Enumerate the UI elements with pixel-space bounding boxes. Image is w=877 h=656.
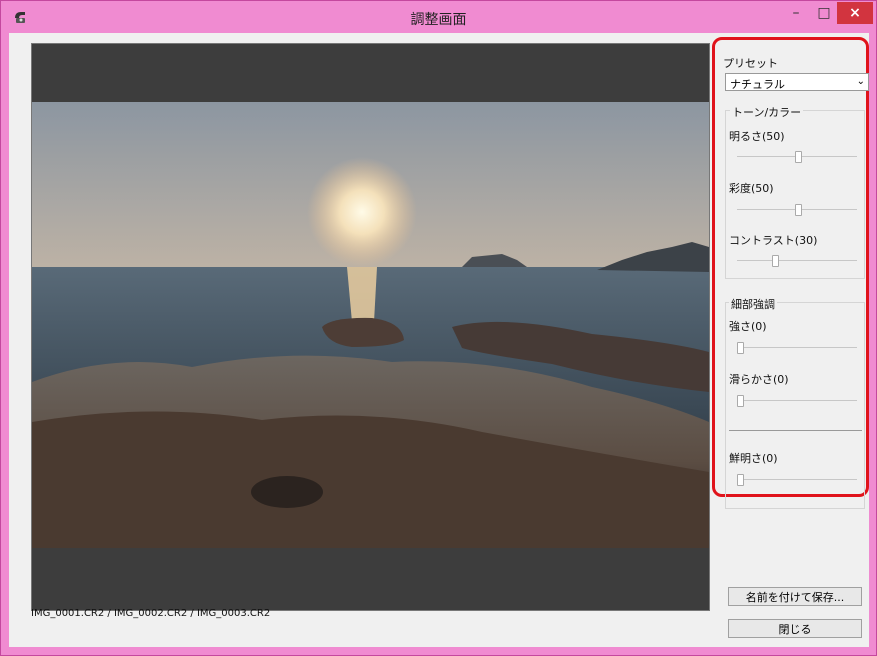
smoothness-label: 滑らかさ(0) [729, 373, 789, 386]
minimize-button[interactable]: – [782, 2, 810, 24]
strength-thumb[interactable] [737, 342, 744, 354]
preview-image [32, 102, 709, 548]
window-title: 調整画面 [410, 12, 467, 28]
preview-area [31, 43, 710, 611]
brightness-slider[interactable] [737, 151, 857, 163]
strength-slider[interactable] [737, 342, 857, 354]
smoothness-thumb[interactable] [737, 395, 744, 407]
clarity-track [737, 479, 857, 480]
contrast-track [737, 260, 857, 261]
saturation-slider[interactable] [737, 204, 857, 216]
clarity-thumb[interactable] [737, 474, 744, 486]
brightness-label: 明るさ(50) [729, 130, 785, 143]
maximize-button[interactable]: □ [810, 2, 838, 24]
close-window-button[interactable]: × [837, 2, 873, 24]
preset-select[interactable]: ナチュラル ⌄ [725, 73, 869, 91]
smoothness-track [737, 400, 857, 401]
close-button[interactable]: 閉じる [728, 619, 862, 638]
adjustment-window: 調整画面 – □ × IMG_0001.CR2 / IMG_0002.CR2 /… [0, 0, 877, 656]
brightness-thumb[interactable] [795, 151, 802, 163]
save-as-button[interactable]: 名前を付けて保存... [728, 587, 862, 606]
smoothness-slider[interactable] [737, 395, 857, 407]
saturation-label: 彩度(50) [729, 182, 774, 195]
client-area: IMG_0001.CR2 / IMG_0002.CR2 / IMG_0003.C… [9, 33, 869, 647]
adjustment-panel: プリセット ナチュラル ⌄ トーン/カラー 明るさ(50) 彩度(50) コント… [712, 37, 869, 509]
detail-separator [729, 430, 862, 431]
strength-label: 強さ(0) [729, 320, 767, 333]
contrast-label: コントラスト(30) [729, 234, 818, 247]
detail-label: 細部強調 [729, 296, 777, 312]
title-bar[interactable]: 調整画面 – □ × [1, 1, 876, 33]
file-list: IMG_0001.CR2 / IMG_0002.CR2 / IMG_0003.C… [31, 608, 271, 619]
clarity-slider[interactable] [737, 474, 857, 486]
preset-label: プリセット [723, 57, 778, 70]
strength-track [737, 347, 857, 348]
chevron-down-icon: ⌄ [856, 76, 865, 87]
clarity-label: 鮮明さ(0) [729, 452, 778, 465]
contrast-slider[interactable] [737, 255, 857, 267]
saturation-thumb[interactable] [795, 204, 802, 216]
contrast-thumb[interactable] [772, 255, 779, 267]
preset-selected-value: ナチュラル [730, 78, 785, 91]
tone-color-label: トーン/カラー [730, 104, 804, 120]
